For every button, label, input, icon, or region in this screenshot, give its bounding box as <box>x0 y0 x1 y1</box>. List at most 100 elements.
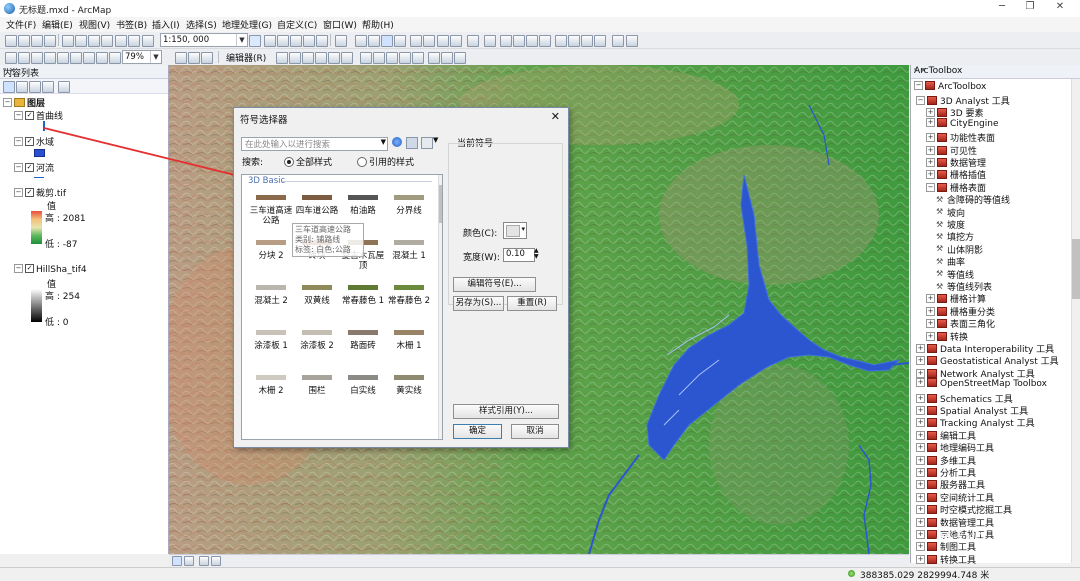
refresh-icon[interactable] <box>199 556 209 566</box>
toolbox-item[interactable]: + 空间统计工具 <box>916 491 994 504</box>
expand-icon[interactable]: + <box>916 542 925 552</box>
expand-icon[interactable]: + <box>916 430 925 440</box>
expand-icon[interactable]: + <box>916 406 925 415</box>
arctoolbox-root[interactable]: − ArcToolbox <box>914 81 986 92</box>
symbol-item[interactable]: 常春藤色 1 <box>340 277 386 306</box>
toolbox-item[interactable]: + 栅格插值 <box>926 168 986 181</box>
symbol-item[interactable]: 混凝土 2 <box>248 277 294 306</box>
expand-icon[interactable]: + <box>926 306 935 316</box>
expand-icon[interactable]: + <box>916 517 925 527</box>
pin-close-icon[interactable]: ᵠ ✕ <box>914 66 1071 75</box>
toolbox-item[interactable]: + 时空模式挖掘工具 <box>916 503 1012 516</box>
expand-icon[interactable]: + <box>916 368 925 378</box>
toolbox-item[interactable]: + 服务器工具 <box>916 478 985 491</box>
toolbox-item[interactable]: + 转换 <box>926 330 968 343</box>
style-references-button[interactable]: 样式引用(Y)... <box>453 404 559 419</box>
symbol-item[interactable]: 涂漆板 2 <box>294 322 340 351</box>
expand-icon[interactable]: + <box>916 344 925 353</box>
toolbox-item[interactable]: + 栅格重分类 <box>926 305 995 318</box>
edit-symbol-button[interactable]: 编辑符号(E)... <box>453 277 536 292</box>
tool-item[interactable]: ⚒ 曲率 <box>936 255 965 268</box>
symbol-item[interactable]: 双黄线 <box>294 277 340 306</box>
expand-icon[interactable]: + <box>916 393 925 403</box>
toolbox-item[interactable]: + Data Interoperability 工具 <box>916 342 1054 355</box>
symbol-item[interactable]: 木栅 1 <box>386 322 432 351</box>
toolbox-item[interactable]: + Spatial Analyst 工具 <box>916 404 1028 417</box>
search-icon[interactable] <box>392 137 402 147</box>
expand-icon[interactable]: + <box>916 480 925 490</box>
layout-view-icon[interactable] <box>184 556 194 566</box>
cancel-button[interactable]: 取消 <box>511 424 559 439</box>
chevron-down-icon[interactable]: ▼ <box>433 136 438 144</box>
expand-icon[interactable]: + <box>916 443 925 453</box>
expand-icon[interactable]: + <box>926 319 935 329</box>
collapse-icon[interactable]: − <box>916 96 925 105</box>
toolbox-item[interactable]: + 分析工具 <box>916 466 976 479</box>
symbol-item[interactable]: 白实线 <box>340 367 386 396</box>
expand-icon[interactable]: + <box>926 133 935 143</box>
toolbox-item[interactable]: + 多维工具 <box>916 454 976 467</box>
toolbox-item[interactable]: + CityEngine <box>926 117 999 129</box>
gallery-scrollbar[interactable] <box>438 175 442 439</box>
expand-icon[interactable]: + <box>916 418 925 428</box>
expand-icon[interactable]: + <box>926 145 935 155</box>
symbol-item[interactable]: 三车道高速公路 <box>248 187 294 226</box>
expand-icon[interactable]: + <box>916 505 925 515</box>
expand-icon[interactable]: + <box>916 468 925 477</box>
data-view-icon[interactable] <box>172 556 182 566</box>
color-picker[interactable]: ▾ <box>503 222 527 239</box>
symbol-item[interactable]: 分块 2 <box>248 232 294 261</box>
tool-item[interactable]: ⚒ 坡向 <box>936 206 965 219</box>
toolbox-item[interactable]: + 表面三角化 <box>926 317 995 330</box>
collapse-icon[interactable]: − <box>914 81 923 90</box>
toolbox-item[interactable]: + Tracking Analyst 工具 <box>916 416 1035 429</box>
pause-drawing-icon[interactable] <box>211 556 221 566</box>
expand-icon[interactable]: + <box>916 356 925 366</box>
expand-icon[interactable]: + <box>916 455 925 465</box>
expand-icon[interactable]: + <box>916 530 925 539</box>
tool-item[interactable]: ⚒ 填挖方 <box>936 230 974 243</box>
expand-icon[interactable]: + <box>926 294 935 304</box>
expand-icon[interactable]: + <box>926 108 935 118</box>
toolbox-item[interactable]: + 地理编码工具 <box>916 441 994 454</box>
tool-item[interactable]: ⚒ 含障碍的等值线 <box>936 193 1010 206</box>
reset-button[interactable]: 重置(R) <box>507 296 557 311</box>
toolbox-item[interactable]: + Geostatistical Analyst 工具 <box>916 354 1059 367</box>
symbol-item[interactable]: 常春藤色 2 <box>386 277 432 306</box>
toolbox-item[interactable]: + 功能性表面 <box>926 131 995 144</box>
arctoolbox-scrollbar[interactable] <box>1071 79 1080 563</box>
toolbox-item[interactable]: + 栅格计算 <box>926 292 986 305</box>
collapse-icon[interactable]: − <box>926 182 935 192</box>
symbol-search-input[interactable]: 在此处输入以进行搜索 ▼ <box>241 137 388 151</box>
symbol-item[interactable]: 木栅 2 <box>248 367 294 396</box>
radio-referenced-styles[interactable]: 引用的样式 <box>357 155 414 168</box>
toolbox-item[interactable]: + 编辑工具 <box>916 429 976 442</box>
toolbox-item[interactable]: + OpenStreetMap Toolbox <box>916 378 1047 389</box>
symbol-item[interactable]: 涂漆板 1 <box>248 322 294 351</box>
tool-item[interactable]: ⚒ 等值线列表 <box>936 280 992 293</box>
expand-icon[interactable]: + <box>926 170 935 180</box>
search-options-icon[interactable] <box>406 137 418 149</box>
symbol-item[interactable]: 黄实线 <box>386 367 432 396</box>
symbol-gallery[interactable]: 3D Basic 三车道高速公路四车道公路柏油路分界线分块 2砖块复古木瓦屋顶混… <box>241 174 443 440</box>
toolbox-item[interactable]: + 可见性 <box>926 144 977 157</box>
toolbox-item[interactable]: − 栅格表面 <box>926 181 986 194</box>
ok-button[interactable]: 确定 <box>453 424 502 439</box>
expand-icon[interactable]: + <box>926 158 935 167</box>
symbol-item[interactable]: 四车道公路 <box>294 187 340 216</box>
symbol-item[interactable]: 混凝土 1 <box>386 232 432 261</box>
symbol-item[interactable]: 围栏 <box>294 367 340 396</box>
toolbox-item[interactable]: −3D Analyst 工具 <box>916 94 1010 107</box>
symbol-item[interactable]: 分界线 <box>386 187 432 216</box>
tool-item[interactable]: ⚒ 坡度 <box>936 218 965 231</box>
toolbox-item[interactable]: + Schematics 工具 <box>916 392 1013 405</box>
toolbox-item[interactable]: + 转换工具 <box>916 553 976 566</box>
toolbox-item[interactable]: + 数据管理 <box>926 156 986 169</box>
view-options-icon[interactable] <box>421 137 433 149</box>
close-icon[interactable]: ✕ <box>551 110 560 123</box>
symbol-item[interactable]: 路面砖 <box>340 322 386 351</box>
tool-item[interactable]: ⚒ 山体阴影 <box>936 243 983 256</box>
width-input[interactable]: 0.10 <box>503 248 535 262</box>
tool-item[interactable]: ⚒ 等值线 <box>936 268 974 281</box>
symbol-item[interactable]: 柏油路 <box>340 187 386 216</box>
